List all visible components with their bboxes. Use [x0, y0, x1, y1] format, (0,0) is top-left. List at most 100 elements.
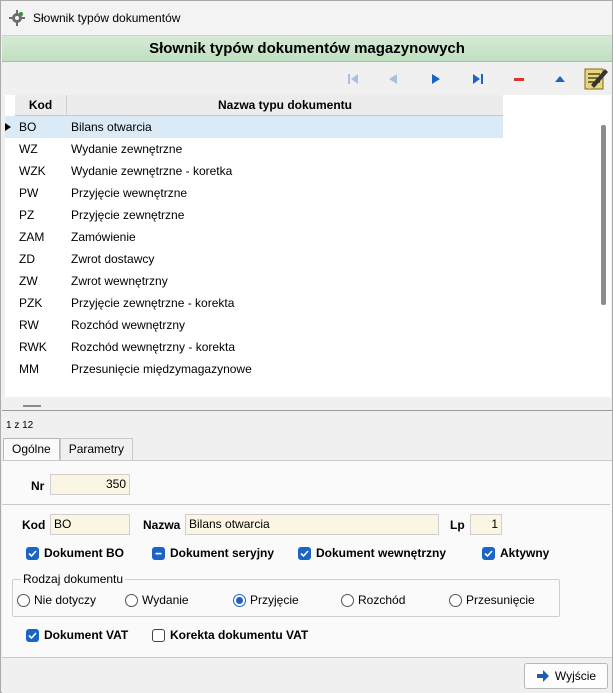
radio-option[interactable]: Nie dotyczy [17, 593, 96, 607]
rodzaj-dokumentu-title: Rodzaj dokumentu [21, 572, 126, 586]
cell-kod: BO [19, 120, 37, 134]
table-row[interactable]: BO Bilans otwarcia [5, 116, 503, 138]
table-row[interactable]: MM Przesunięcie międzymagazynowe [5, 358, 503, 380]
nr-field[interactable]: 350 [50, 474, 130, 495]
document-types-grid[interactable]: Kod Nazwa typu dokumentu BO Bilans otwarc… [5, 95, 611, 407]
korekta-vat-checkbox[interactable]: Korekta dokumentu VAT [152, 628, 308, 642]
nr-label: Nr [31, 479, 45, 493]
tab-parametry[interactable]: Parametry [59, 438, 134, 460]
lp-label: Lp [450, 518, 465, 532]
radio-selected-icon [233, 593, 246, 607]
radio-option[interactable]: Rozchód [341, 593, 405, 607]
radio-option[interactable]: Wydanie [125, 593, 189, 607]
radio-label: Rozchód [358, 593, 406, 607]
cell-kod: RW [19, 318, 39, 332]
prior-record-icon [389, 74, 397, 84]
radio-empty-icon [341, 593, 354, 607]
next-record-button[interactable] [427, 70, 445, 88]
row-pointer-icon [5, 123, 11, 131]
record-counter: 1 z 12 [6, 420, 34, 431]
exit-button[interactable]: Wyjście [524, 663, 608, 689]
radio-label: Wydanie [142, 593, 189, 607]
table-row[interactable]: RW Rozchód wewnętrzny [5, 314, 503, 336]
table-row[interactable]: PZK Przyjęcie zewnętrzne - korekta [5, 292, 503, 314]
next-record-icon [432, 74, 440, 84]
table-row[interactable]: RWK Rozchód wewnętrzny - korekta [5, 336, 503, 358]
post-record-button[interactable] [551, 70, 569, 88]
grid-header: Kod Nazwa typu dokumentu [15, 95, 503, 116]
edit-notes-button[interactable] [583, 65, 609, 91]
delete-record-button[interactable] [510, 70, 528, 88]
kod-field[interactable]: BO [50, 514, 130, 535]
post-record-icon [555, 76, 565, 82]
table-row[interactable]: WZ Wydanie zewnętrzne [5, 138, 503, 160]
cell-kod: ZW [19, 274, 38, 288]
aktywny-checkbox[interactable]: Aktywny [482, 546, 549, 560]
horizontal-scrollbar[interactable] [23, 405, 41, 407]
cell-kod: RWK [19, 340, 47, 354]
first-record-icon [348, 74, 358, 84]
radio-option[interactable]: Przesunięcie [449, 593, 535, 607]
radio-empty-icon [449, 593, 462, 607]
details-panel: Nr 350 Kod BO Nazwa Bilans otwarcia Lp 1… [2, 460, 612, 657]
radio-label: Przyjęcie [250, 593, 299, 607]
cell-nazwa: Rozchód wewnętrzny [71, 318, 186, 332]
cell-nazwa: Zwrot dostawcy [71, 252, 155, 266]
radio-option[interactable]: Przyjęcie [233, 593, 299, 607]
unchecked-box-icon [152, 628, 165, 642]
title-bar: Słownik typów dokumentów [1, 1, 612, 35]
radio-empty-icon [125, 593, 138, 607]
table-row[interactable]: PZ Przyjęcie zewnętrzne [5, 204, 503, 226]
grid-rows: BO Bilans otwarcia WZ Wydanie zewnętrzne WZK… [5, 116, 503, 380]
column-header-kod[interactable]: Kod [15, 95, 67, 115]
dokument-wewnetrzny-checkbox[interactable]: Dokument wewnętrzny [298, 546, 446, 560]
cell-nazwa: Bilans otwarcia [71, 120, 152, 134]
table-row[interactable]: PW Przyjęcie wewnętrzne [5, 182, 503, 204]
last-record-button[interactable] [469, 70, 487, 88]
cell-nazwa: Wydanie zewnętrzne - koretka [71, 164, 233, 178]
table-row[interactable]: ZAM Zamówienie [5, 226, 503, 248]
last-record-icon [473, 74, 483, 84]
checked-box-icon [26, 546, 39, 560]
arrow-right-icon [536, 670, 549, 682]
window-title: Słownik typów dokumentów [33, 11, 181, 25]
table-row[interactable]: WZK Wydanie zewnętrzne - koretka [5, 160, 503, 182]
table-row[interactable]: ZD Zwrot dostawcy [5, 248, 503, 270]
dokument-bo-checkbox[interactable]: Dokument BO [26, 546, 124, 560]
page-title: Słownik typów dokumentów magazynowych [2, 35, 612, 62]
dokument-vat-label: Dokument VAT [44, 628, 129, 642]
prior-record-button[interactable] [384, 70, 402, 88]
nazwa-label: Nazwa [143, 518, 181, 532]
first-record-button[interactable] [344, 70, 362, 88]
footer-bar: Wyjście [2, 657, 612, 693]
tab-ogolne[interactable]: Ogólne [3, 438, 60, 461]
kod-label: Kod [22, 518, 46, 532]
cell-kod: ZAM [19, 230, 45, 244]
column-header-nazwa[interactable]: Nazwa typu dokumentu [67, 95, 503, 115]
divider [2, 504, 610, 505]
cell-kod: WZK [19, 164, 46, 178]
aktywny-label: Aktywny [500, 546, 550, 560]
radio-label: Nie dotyczy [34, 593, 97, 607]
cell-nazwa: Przyjęcie zewnętrzne [71, 208, 185, 222]
checked-box-icon [26, 628, 39, 642]
cell-nazwa: Przyjęcie zewnętrzne - korekta [71, 296, 235, 310]
cell-nazwa: Przyjęcie wewnętrzne [71, 186, 188, 200]
cell-nazwa: Rozchód wewnętrzny - korekta [71, 340, 236, 354]
dokument-wewnetrzny-label: Dokument wewnętrzny [316, 546, 447, 560]
exit-label: Wyjście [554, 669, 597, 683]
dokument-vat-checkbox[interactable]: Dokument VAT [26, 628, 128, 642]
checked-box-icon [298, 546, 311, 560]
cell-nazwa: Zamówienie [71, 230, 136, 244]
vertical-scrollbar[interactable] [601, 125, 606, 305]
cell-kod: ZD [19, 252, 35, 266]
nazwa-field[interactable]: Bilans otwarcia [185, 514, 439, 535]
notepad-pencil-icon [584, 68, 608, 90]
dokument-seryjny-label: Dokument seryjny [170, 546, 275, 560]
splitter[interactable] [2, 410, 612, 411]
lp-field[interactable]: 1 [470, 514, 502, 535]
delete-record-icon [514, 78, 524, 81]
cell-nazwa: Zwrot wewnętrzny [71, 274, 168, 288]
table-row[interactable]: ZW Zwrot wewnętrzny [5, 270, 503, 292]
dokument-seryjny-checkbox[interactable]: Dokument seryjny [152, 546, 274, 560]
